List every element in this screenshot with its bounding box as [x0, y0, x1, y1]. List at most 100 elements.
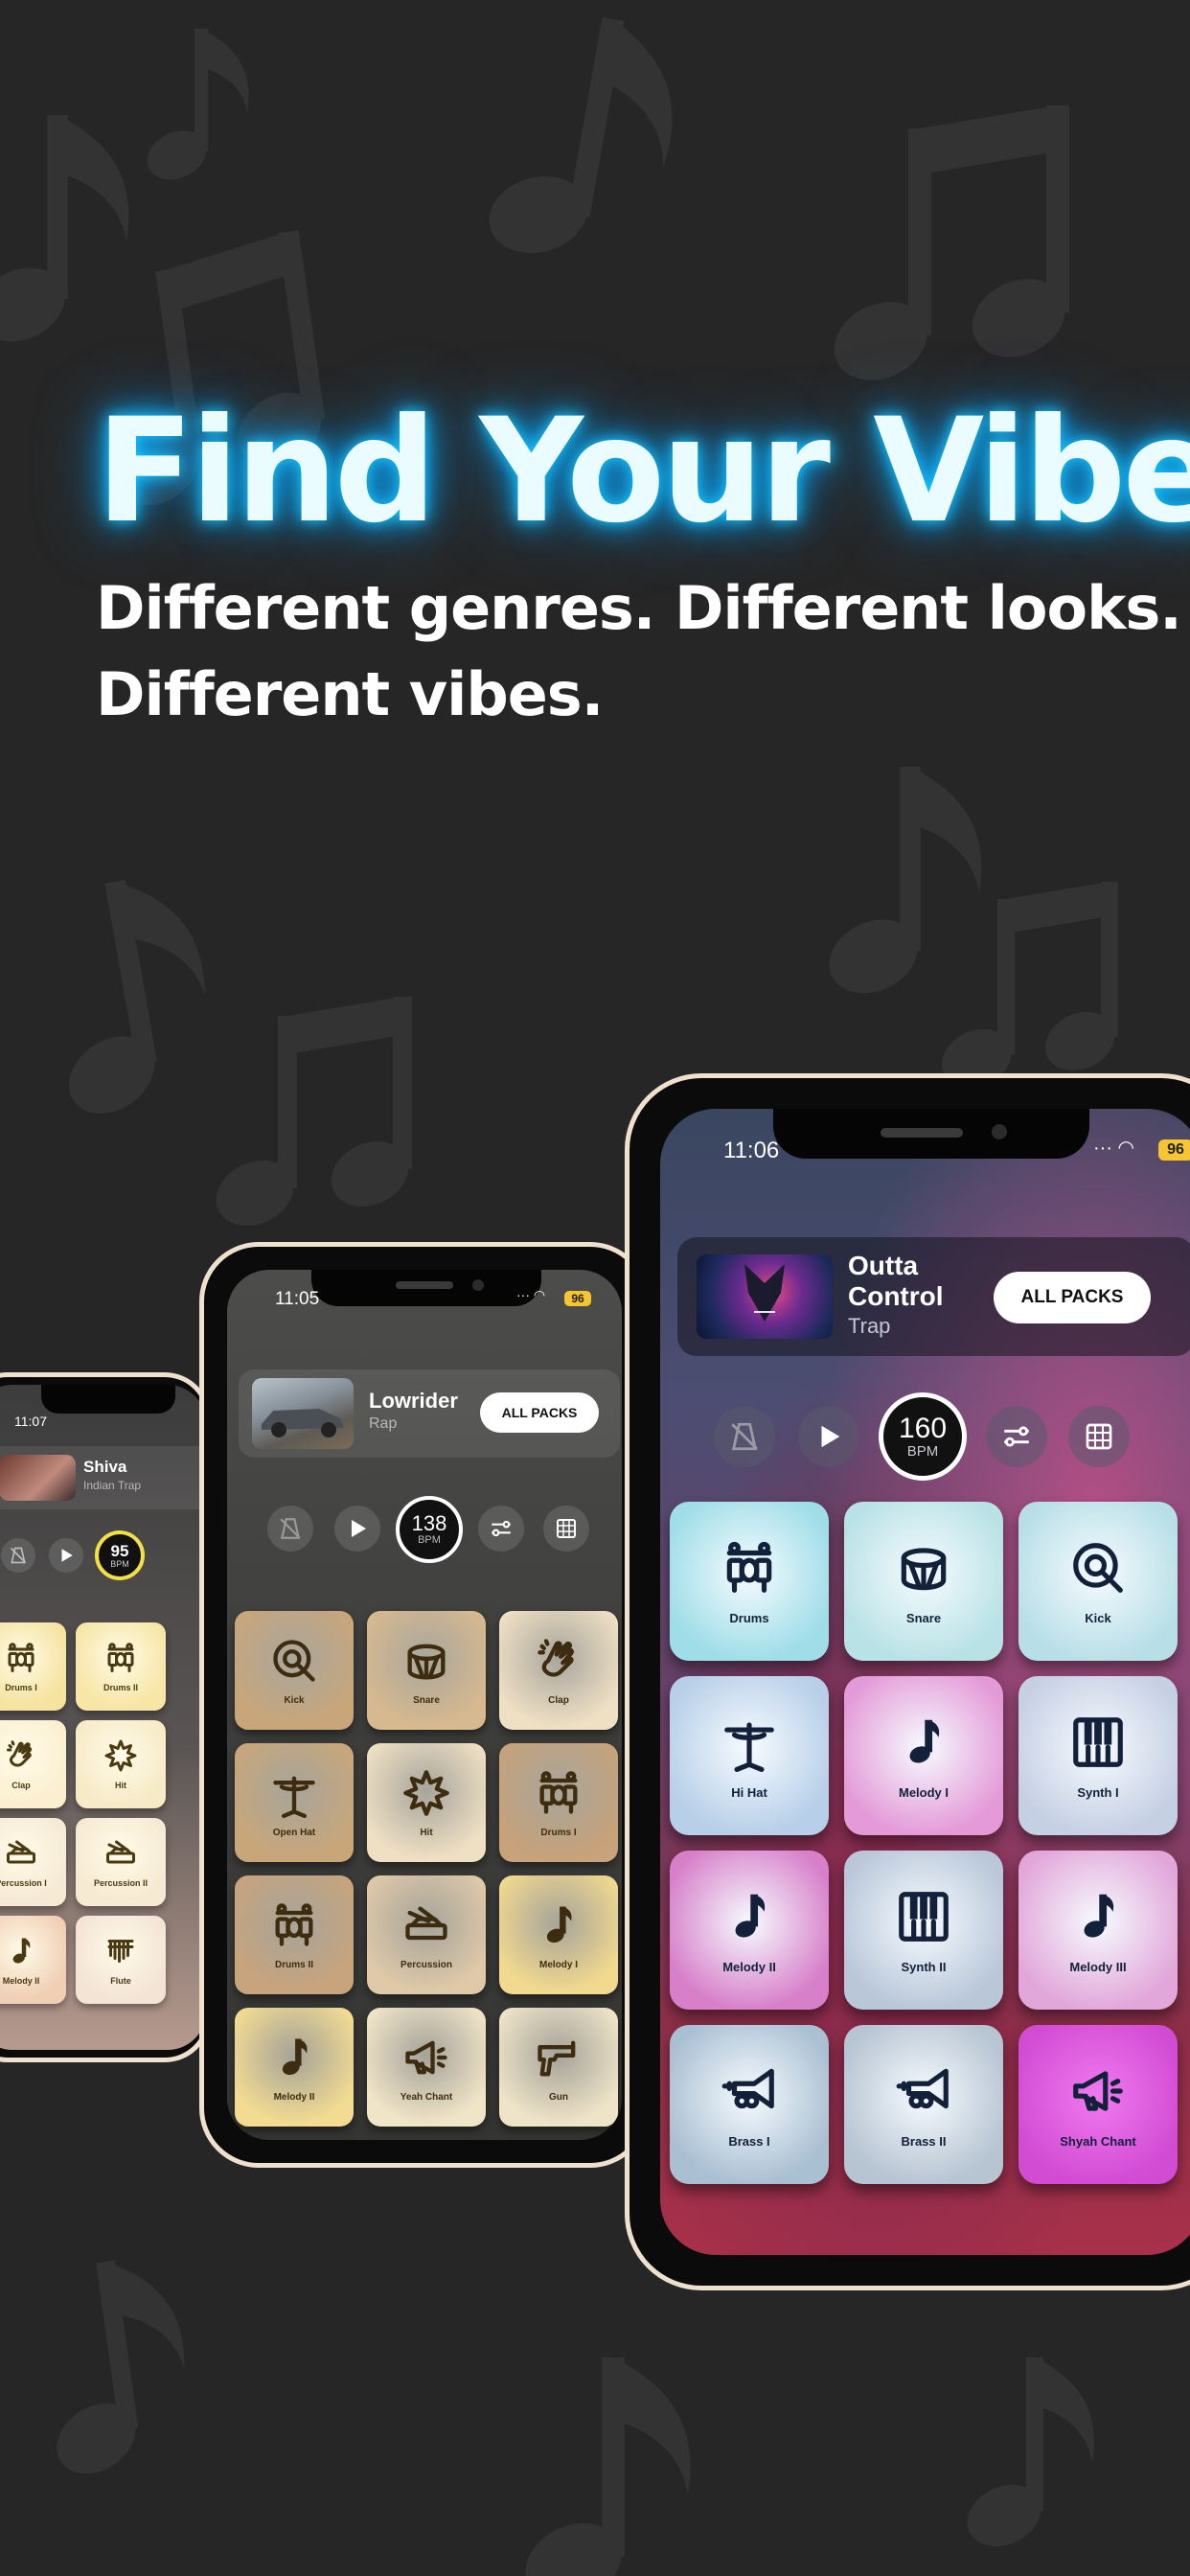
- kick-icon: [273, 1639, 315, 1682]
- subheading-line-1: Different genres. Different looks.: [96, 573, 1182, 643]
- pad-label: Shyah Chant: [1060, 2133, 1136, 2149]
- drum-kit-icon: [539, 1770, 578, 1814]
- pad-hit[interactable]: Hit: [76, 1720, 166, 1808]
- clap-icon: [7, 1740, 33, 1767]
- pack-card[interactable]: Outta Control Trap ALL PACKS: [677, 1237, 1190, 1356]
- play-icon: [352, 1520, 366, 1537]
- metronome-off-icon: [10, 1547, 27, 1564]
- pad-flute[interactable]: Flute: [76, 1916, 166, 2004]
- grid-icon: [557, 1519, 576, 1538]
- pack-cover-art: [252, 1378, 354, 1449]
- pack-card[interactable]: Lowrider Rap ALL PACKS: [239, 1369, 620, 1458]
- pad-label: Hi Hat: [731, 1784, 767, 1800]
- metronome-button[interactable]: [1, 1538, 35, 1573]
- play-button[interactable]: [334, 1506, 380, 1552]
- pad-label: Yeah Chant: [400, 2091, 453, 2103]
- hi-hat-icon: [724, 1721, 774, 1772]
- pad-percussion[interactable]: Percussion: [367, 1875, 486, 1994]
- pad-label: Gun: [549, 2091, 568, 2103]
- pad-melody-ii[interactable]: Melody II: [670, 1851, 829, 2010]
- clap-icon: [538, 1638, 574, 1677]
- pad-clap[interactable]: Clap: [0, 1720, 66, 1808]
- pad-label: Drums: [729, 1610, 769, 1625]
- pad-layout-button[interactable]: [543, 1506, 589, 1552]
- pad-melody-iii[interactable]: Melody III: [1018, 1851, 1178, 2010]
- pad-label: Percussion II: [93, 1878, 149, 1888]
- pad-hi-hat[interactable]: Hi Hat: [670, 1676, 829, 1835]
- all-packs-button[interactable]: ALL PACKS: [480, 1392, 599, 1433]
- trumpet-icon: [721, 2068, 774, 2108]
- play-button[interactable]: [49, 1538, 83, 1573]
- snare-drum-icon: [901, 1547, 947, 1590]
- pad-percussion-ii[interactable]: Percussion II: [76, 1818, 166, 1906]
- pad-snare[interactable]: Snare: [844, 1502, 1003, 1661]
- burst-icon: [403, 1769, 449, 1816]
- phone-right: 11:06 ··· ◠ 96 Outta Control Trap ALL PA…: [625, 1073, 1190, 2290]
- pack-cover-art: [0, 1455, 76, 1501]
- mixer-settings-button[interactable]: [478, 1506, 524, 1552]
- music-note-icon: [12, 1938, 31, 1964]
- pad-melody-i[interactable]: Melody I: [844, 1676, 1003, 1835]
- pad-drums-i[interactable]: Drums I: [0, 1622, 66, 1711]
- bpm-value: 160: [898, 1412, 948, 1444]
- metronome-button[interactable]: [267, 1506, 313, 1552]
- sliders-icon: [1004, 1426, 1029, 1447]
- bpm-unit: BPM: [110, 1558, 129, 1569]
- pad-melody-ii[interactable]: Melody II: [0, 1916, 66, 2004]
- metronome-button[interactable]: [714, 1406, 775, 1467]
- pad-label: Drums I: [5, 1683, 37, 1692]
- burst-icon: [104, 1739, 137, 1772]
- pad-kick[interactable]: Kick: [235, 1611, 354, 1730]
- pad-layout-button[interactable]: [1068, 1406, 1130, 1467]
- subheading-line-2: Different vibes.: [96, 659, 604, 729]
- status-time: 11:05: [275, 1289, 320, 1309]
- pack-card[interactable]: Shiva Indian Trap: [0, 1446, 206, 1509]
- pan-flute-icon: [107, 1940, 134, 1963]
- pad-label: Drums II: [274, 1959, 313, 1970]
- lowrider-car-image: [262, 1409, 344, 1438]
- pack-name-line-1: Outta: [848, 1251, 919, 1280]
- phone-right-screen: 11:06 ··· ◠ 96 Outta Control Trap ALL PA…: [660, 1109, 1190, 2255]
- bpm-control[interactable]: 95 BPM: [95, 1530, 145, 1580]
- pack-genre: Indian Trap: [83, 1479, 142, 1492]
- play-icon: [821, 1425, 840, 1448]
- signal-wifi-icons: ··· ◠: [516, 1287, 546, 1302]
- pad-drums-ii[interactable]: Drums II: [76, 1622, 166, 1711]
- pad-label: Percussion: [400, 1959, 452, 1970]
- mixer-settings-button[interactable]: [986, 1406, 1047, 1467]
- pad-drums-ii[interactable]: Drums II: [235, 1875, 354, 1994]
- pad-label: Synth II: [901, 1959, 947, 1974]
- pad-drums-i[interactable]: Drums I: [499, 1743, 618, 1862]
- pad-snare[interactable]: Snare: [367, 1611, 486, 1730]
- pack-cover-art: [697, 1254, 833, 1339]
- pad-clap[interactable]: Clap: [499, 1611, 618, 1730]
- pad-kick[interactable]: Kick: [1018, 1502, 1178, 1661]
- music-note-icon: [546, 1906, 572, 1943]
- pad-melody-ii[interactable]: Melody II: [235, 2008, 354, 2127]
- pad-yeah-chant[interactable]: Yeah Chant: [367, 2008, 486, 2127]
- pad-label: Synth I: [1077, 1784, 1119, 1800]
- all-packs-button[interactable]: ALL PACKS: [994, 1272, 1151, 1323]
- pad-shyah-chant[interactable]: Shyah Chant: [1018, 2025, 1178, 2184]
- pad-melody-i[interactable]: Melody I: [499, 1875, 618, 1994]
- pack-name-line-2: Control: [848, 1281, 944, 1311]
- pad-drums[interactable]: Drums: [670, 1502, 829, 1661]
- play-button[interactable]: [798, 1406, 859, 1467]
- pad-synth-ii[interactable]: Synth II: [844, 1851, 1003, 2010]
- pad-label: Melody II: [273, 2091, 315, 2103]
- pad-label: Brass I: [728, 2133, 770, 2149]
- pad-brass-i[interactable]: Brass I: [670, 2025, 829, 2184]
- bpm-control[interactable]: 138 BPM: [396, 1496, 463, 1563]
- pad-synth-i[interactable]: Synth I: [1018, 1676, 1178, 1835]
- music-note-icon: [735, 1894, 766, 1938]
- status-time: 11:07: [14, 1414, 47, 1429]
- pad-hit[interactable]: Hit: [367, 1743, 486, 1862]
- pad-percussion-i[interactable]: Percussion I: [0, 1818, 66, 1906]
- pad-label: Flute: [110, 1976, 131, 1986]
- pad-gun[interactable]: Gun: [499, 2008, 618, 2127]
- bpm-control[interactable]: 160 BPM: [879, 1392, 967, 1481]
- drum-kit-icon: [726, 1541, 772, 1593]
- percussion-icon: [7, 1840, 35, 1864]
- pad-brass-ii[interactable]: Brass II: [844, 2025, 1003, 2184]
- pad-open-hat[interactable]: Open Hat: [235, 1743, 354, 1862]
